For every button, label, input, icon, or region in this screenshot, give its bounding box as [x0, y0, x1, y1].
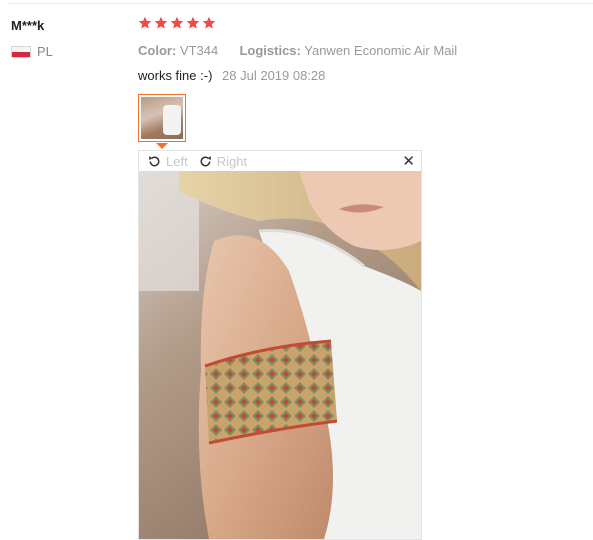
- star-rating: [138, 16, 216, 30]
- thumbnail-image: [141, 97, 183, 139]
- star-icon: [154, 16, 168, 29]
- color-value: VT344: [179, 43, 219, 58]
- star-icon: [186, 16, 200, 29]
- viewer-toolbar: Left Right ✕: [139, 151, 421, 171]
- review-date: 28 Jul 2019 08:28: [222, 68, 326, 83]
- review-photo: [139, 171, 421, 539]
- star-icon: [138, 16, 152, 29]
- country-code: PL: [37, 44, 53, 59]
- rotate-left-icon: [149, 155, 160, 166]
- review-photo-thumbnail[interactable]: [138, 94, 186, 142]
- rotate-left-label: Left: [166, 153, 188, 169]
- review-meta: Color: VT344 Logistics: Yanwen Economic …: [138, 43, 457, 58]
- reviewer-country: PL: [11, 44, 53, 59]
- review-text: works fine :-): [138, 68, 213, 83]
- logistics-value: Yanwen Economic Air Mail: [304, 43, 458, 58]
- rotate-left-button[interactable]: Left: [147, 154, 188, 169]
- close-icon[interactable]: ✕: [402, 152, 415, 170]
- rotate-right-button[interactable]: Right: [198, 154, 247, 169]
- divider: [8, 3, 593, 4]
- color-label: Color:: [138, 43, 177, 58]
- star-icon: [202, 16, 216, 29]
- thumbnail-caret-icon: [156, 143, 168, 149]
- rotate-right-icon: [200, 155, 211, 166]
- logistics-label: Logistics:: [239, 43, 301, 58]
- photo-illustration: [139, 171, 421, 539]
- photo-viewer: Left Right ✕: [138, 150, 422, 540]
- star-icon: [170, 16, 184, 29]
- rotate-right-label: Right: [216, 153, 248, 169]
- poland-flag-icon: [11, 45, 31, 58]
- reviewer-name: M***k: [11, 18, 45, 33]
- review-content: works fine :-) 28 Jul 2019 08:28: [138, 68, 325, 83]
